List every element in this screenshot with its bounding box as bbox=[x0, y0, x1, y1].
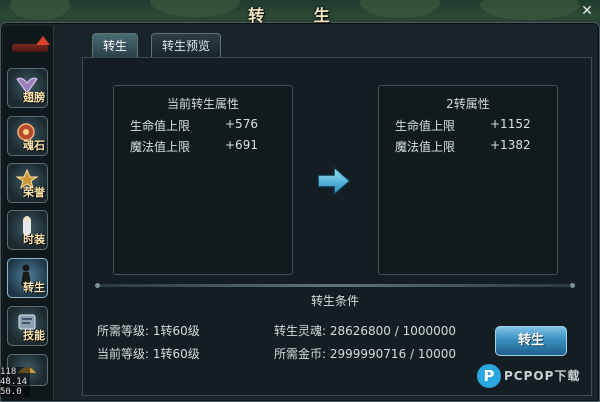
stat-name: 魔法值上限 bbox=[130, 140, 191, 154]
rebirth-soul: 转生灵魂: 28626800 / 1000000 bbox=[274, 324, 457, 338]
debug-line: 48.14 bbox=[0, 377, 28, 387]
sidebar-item-soul-stone[interactable]: 魂石 bbox=[7, 116, 48, 156]
sidebar-item-label: 魂石 bbox=[23, 139, 45, 152]
watermark-logo-icon: P bbox=[477, 364, 501, 388]
panel-title: 2转属性 bbox=[446, 97, 490, 111]
debug-stats-overlay: 118 48.14 50.0 bbox=[0, 367, 30, 397]
current-attributes-panel: 当前转生属性 生命值上限 +576 魔法值上限 +691 bbox=[113, 85, 293, 275]
sidebar-item-wings[interactable]: 翅膀 bbox=[7, 68, 48, 108]
arrow-right-icon bbox=[317, 165, 352, 197]
section-divider bbox=[97, 284, 573, 287]
sidebar-item-label: 时装 bbox=[23, 233, 45, 246]
scroll-up-arrow-icon[interactable] bbox=[36, 36, 50, 45]
stat-value: +1152 bbox=[490, 117, 531, 131]
current-level: 当前等级: 1转60级 bbox=[97, 347, 200, 361]
watermark: P PCPOP下载 bbox=[477, 360, 597, 396]
sidebar-scroll-bar[interactable] bbox=[12, 44, 48, 52]
window-title: 转 生 bbox=[248, 6, 352, 25]
debug-line: 50.0 bbox=[0, 387, 22, 397]
stat-row-hp: 生命值上限 +576 bbox=[130, 117, 280, 135]
stat-value: +1382 bbox=[490, 138, 531, 152]
required-level: 所需等级: 1转60级 bbox=[97, 324, 200, 338]
tab-rebirth-preview[interactable]: 转生预览 bbox=[151, 33, 222, 58]
next-attributes-panel: 2转属性 生命值上限 +1152 魔法值上限 +1382 bbox=[378, 85, 558, 275]
debug-line: 118 bbox=[0, 367, 17, 377]
rebirth-button[interactable]: 转生 bbox=[495, 326, 567, 356]
stat-row-mp: 魔法值上限 +1382 bbox=[395, 138, 545, 156]
stat-value: +576 bbox=[225, 117, 258, 131]
stat-row-hp: 生命值上限 +1152 bbox=[395, 117, 545, 135]
conditions-title: 转生条件 bbox=[310, 294, 359, 308]
watermark-text: PCPOP下载 bbox=[504, 369, 581, 383]
sidebar-item-fashion[interactable]: 时装 bbox=[7, 210, 48, 250]
sidebar-item-honor[interactable]: 荣誉 bbox=[7, 163, 48, 203]
close-button[interactable]: ✕ bbox=[580, 4, 594, 18]
divider-end-dot bbox=[570, 283, 575, 288]
sidebar-item-label: 翅膀 bbox=[23, 91, 45, 104]
divider-end-dot bbox=[95, 283, 100, 288]
panel-title: 当前转生属性 bbox=[166, 97, 239, 111]
tab-rebirth[interactable]: 转生 bbox=[92, 33, 139, 58]
stat-value: +691 bbox=[225, 138, 258, 152]
stat-name: 生命值上限 bbox=[395, 119, 456, 133]
sidebar-item-label: 荣誉 bbox=[23, 186, 45, 199]
stat-name: 魔法值上限 bbox=[395, 140, 456, 154]
stat-name: 生命值上限 bbox=[130, 119, 191, 133]
gold-required: 所需金币: 2999990716 / 10000 bbox=[274, 347, 457, 361]
sidebar-item-skill[interactable]: 技能 bbox=[7, 306, 48, 346]
sidebar-item-label: 技能 bbox=[23, 329, 45, 342]
stat-row-mp: 魔法值上限 +691 bbox=[130, 138, 280, 156]
